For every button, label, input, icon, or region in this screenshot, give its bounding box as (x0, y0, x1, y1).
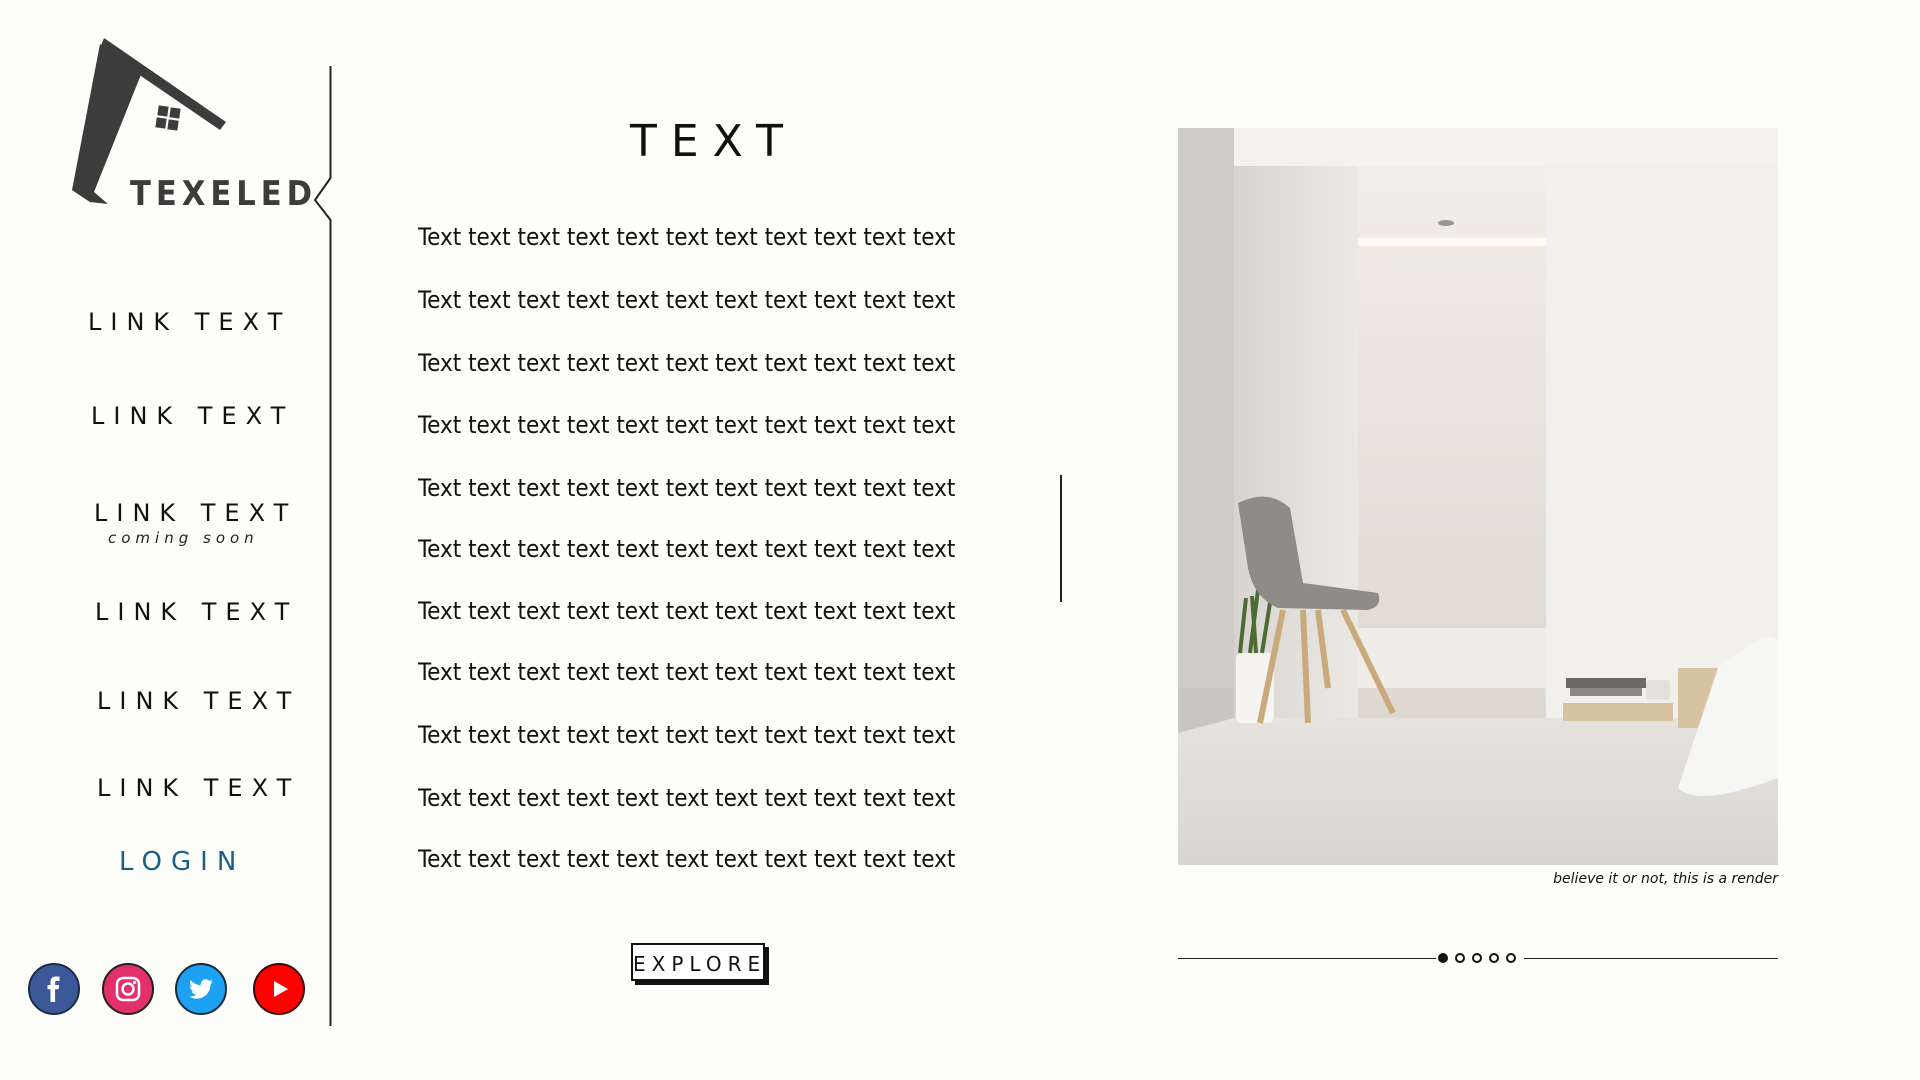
body-line: Text text text text text text text text … (418, 223, 956, 251)
carousel-dot-5[interactable] (1506, 953, 1516, 963)
body-line: Text text text text text text text text … (418, 535, 956, 563)
nav-link-1[interactable]: LINK TEXT (88, 308, 291, 336)
body-line: Text text text text text text text text … (418, 845, 956, 873)
login-link[interactable]: LOGIN (119, 847, 245, 877)
facebook-button[interactable] (28, 963, 80, 1015)
twitter-icon (175, 963, 227, 1015)
carousel-line-left (1178, 958, 1436, 959)
nav-link-3[interactable]: LINK TEXT (94, 499, 297, 527)
body-line: Text text text text text text text text … (418, 658, 956, 686)
youtube-icon (253, 963, 305, 1015)
twitter-button[interactable] (175, 963, 227, 1015)
brand-name: TEXELED (130, 174, 318, 214)
nav-link-6[interactable]: LINK TEXT (97, 774, 300, 802)
explore-button[interactable]: EXPLORE (631, 943, 765, 981)
carousel-line-right (1524, 958, 1778, 959)
facebook-icon (28, 963, 80, 1015)
nav-link-4[interactable]: LINK TEXT (95, 598, 298, 626)
content-divider (1060, 475, 1062, 602)
sidebar-divider (313, 66, 332, 1026)
interior-render-image (1178, 128, 1778, 865)
nav-link-5[interactable]: LINK TEXT (97, 687, 300, 715)
body-line: Text text text text text text text text … (418, 474, 956, 502)
body-line: Text text text text text text text text … (418, 349, 956, 377)
body-line: Text text text text text text text text … (418, 286, 956, 314)
coming-soon-note: coming soon (108, 529, 259, 547)
carousel-dot-3[interactable] (1472, 953, 1482, 963)
youtube-button[interactable] (253, 963, 305, 1015)
body-line: Text text text text text text text text … (418, 721, 956, 749)
carousel-dot-2[interactable] (1455, 953, 1465, 963)
carousel-dot-1[interactable] (1438, 953, 1448, 963)
image-caption: believe it or not, this is a render (1553, 871, 1778, 887)
nav-link-2[interactable]: LINK TEXT (91, 402, 294, 430)
carousel-dot-4[interactable] (1489, 953, 1499, 963)
body-line: Text text text text text text text text … (418, 597, 956, 625)
instagram-icon (102, 963, 154, 1015)
carousel-dots (1438, 953, 1516, 963)
instagram-button[interactable] (102, 963, 154, 1015)
body-line: Text text text text text text text text … (418, 784, 956, 812)
body-line: Text text text text text text text text … (418, 411, 956, 439)
page-title: TEXT (630, 116, 797, 167)
